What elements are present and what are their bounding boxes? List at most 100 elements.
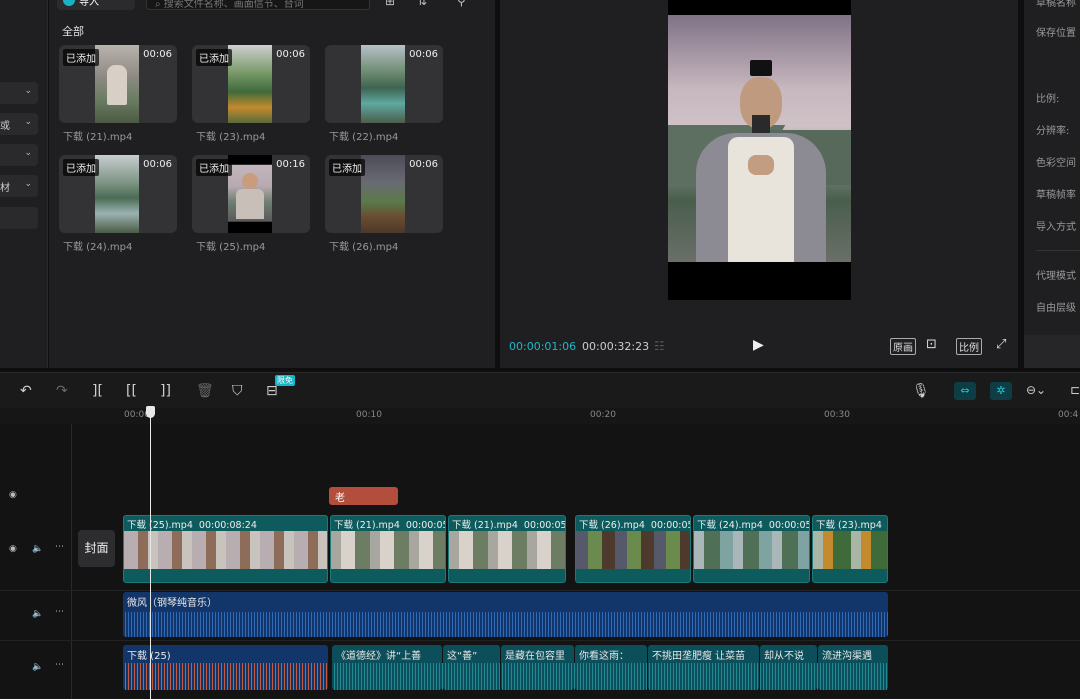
category-dropdown-4[interactable]: 材 ⌄ <box>0 175 38 197</box>
redo-icon[interactable]: ↷ <box>56 383 68 399</box>
clip-duration: 00:00:05 <box>405 520 446 531</box>
clip-frames <box>576 531 690 569</box>
playhead-handle[interactable] <box>146 406 155 418</box>
media-clip-24[interactable]: 已添加 00:06 <box>59 155 177 233</box>
media-clip-25[interactable]: 已添加 00:16 <box>192 155 310 233</box>
auto-snap-icon[interactable]: ✲ <box>990 382 1012 400</box>
zoom-icon[interactable]: ⊡ <box>926 337 937 352</box>
more-icon[interactable]: ⋯ <box>55 607 64 617</box>
clip-filename: 下载 (25).mp4 <box>196 242 266 253</box>
speaker-icon[interactable]: 🔈 <box>32 544 43 554</box>
clip-header: 下载 (21).mp4 00:00:05 <box>452 517 565 531</box>
clip-duration: 00:06 <box>276 49 305 60</box>
trim-right-icon[interactable]: ]] <box>160 383 171 399</box>
search-placeholder: 搜索文件名称、画面信节、台词 <box>163 0 304 10</box>
play-icon[interactable]: ▶ <box>753 337 764 353</box>
media-clip-23[interactable]: 已添加 00:06 <box>192 45 310 123</box>
caption-text: 《道德经》讲“上善 <box>336 651 422 662</box>
search-icon: ⌕ <box>155 0 164 10</box>
media-panel: 导入 ⌕ 搜索文件名称、画面信节、台词 ⊞ ⇅ ⚲ 全部 已添加 00:06 下… <box>49 0 495 368</box>
text-clip[interactable]: 老 <box>329 487 398 505</box>
media-clip-22[interactable]: 00:06 <box>325 45 443 123</box>
music-clip[interactable]: 微风（钢琴纯音乐） <box>123 592 888 637</box>
marker-icon[interactable]: ⛉ <box>232 383 243 399</box>
more-icon[interactable]: ⋯ <box>55 660 64 670</box>
undo-icon[interactable]: ↶ <box>20 383 32 399</box>
delete-icon[interactable]: 🗑 <box>196 383 214 399</box>
clip-duration: 00:06 <box>409 49 438 60</box>
added-badge: 已添加 <box>196 159 232 176</box>
clip-filename: 下载 (22).mp4 <box>329 132 399 143</box>
timeline-grid-icon[interactable]: ☷ <box>654 339 665 353</box>
clip-frames <box>813 531 887 569</box>
microphone-icon[interactable]: 🎙 <box>912 383 930 399</box>
prop-label: 草稿帧率 <box>1036 190 1076 201</box>
media-clip-21[interactable]: 已添加 00:06 <box>59 45 177 123</box>
speaker-icon[interactable]: 🔈 <box>32 662 43 672</box>
search-input[interactable]: ⌕ 搜索文件名称、画面信节、台词 <box>146 0 370 10</box>
split-icon[interactable]: ][ <box>92 383 103 399</box>
clip-header: 下载 (26).mp4 00:00:05 <box>579 517 691 531</box>
chevron-down-icon: ⌄ <box>24 148 32 158</box>
video-clip[interactable]: 下载 (25).mp4 00:00:08:24 <box>123 515 328 583</box>
main-track-magnet-icon[interactable]: ⇔ <box>954 382 976 400</box>
ratio-button[interactable]: 比例 <box>956 338 982 355</box>
clip-frames <box>694 531 809 569</box>
video-clip[interactable]: 下载 (23).mp4 <box>812 515 888 583</box>
voice-label: 下载 (25) <box>127 651 171 662</box>
video-clip[interactable]: 下载 (21).mp4 00:00:05 <box>330 515 446 583</box>
hat-icon <box>750 60 772 76</box>
chevron-down-icon: ⌄ <box>24 86 32 96</box>
tick-label: 00:10 <box>356 410 382 420</box>
import-button[interactable]: 导入 <box>57 0 135 10</box>
media-clip-26[interactable]: 已添加 00:06 <box>325 155 443 233</box>
category-dropdown-3[interactable]: ⌄ <box>0 144 38 166</box>
more-icon[interactable]: ⋯ <box>55 542 64 552</box>
filter-icon[interactable]: ⚲ <box>457 0 466 8</box>
category-dropdown-1[interactable]: ⌄ <box>0 82 38 104</box>
sort-icon[interactable]: ⇅ <box>417 0 427 8</box>
playhead[interactable] <box>150 408 151 699</box>
video-clip[interactable]: 下载 (24).mp4 00:00:05 <box>693 515 810 583</box>
fullscreen-icon[interactable]: ⤢ <box>996 337 1006 352</box>
time-ruler[interactable]: 00:00 00:10 00:20 00:30 00:4 <box>0 408 1080 424</box>
link-icon[interactable]: ⊖⌄ <box>1026 383 1046 397</box>
preview-video[interactable] <box>668 0 851 300</box>
caption-text: 这“善” <box>447 651 478 662</box>
clip-filename: 下载 (26).mp4 <box>329 242 399 253</box>
category-dropdown-2[interactable]: 或 ⌄ <box>0 113 38 135</box>
more-icon[interactable]: ⊏ <box>1070 383 1080 397</box>
original-quality-button[interactable]: 原画 <box>890 338 916 355</box>
speaker-icon[interactable]: 🔈 <box>32 609 43 619</box>
clip-name: 下载 (26).mp4 <box>579 520 645 531</box>
added-badge: 已添加 <box>329 159 365 176</box>
properties-panel: 草稿名称 保存位置 比例: 分辨率: 色彩空间 草稿帧率 导入方式 代理模式 自… <box>1024 0 1080 368</box>
prop-label: 草稿名称 <box>1036 0 1076 9</box>
tick-label: 00:20 <box>590 410 616 420</box>
eye-icon[interactable]: ◉ <box>9 490 17 500</box>
prop-label: 色彩空间 <box>1036 158 1076 169</box>
caption-text: 你看这雨： <box>579 651 629 662</box>
prop-label: 分辨率: <box>1036 126 1070 137</box>
clip-name: 下载 (25).mp4 <box>127 520 193 531</box>
clip-duration: 00:06 <box>143 159 172 170</box>
left-category-strip: ⌄ 或 ⌄ ⌄ 材 ⌄ <box>0 0 48 368</box>
tick-label: 00:30 <box>824 410 850 420</box>
video-clip[interactable]: 下载 (26).mp4 00:00:05 <box>575 515 691 583</box>
import-label: 导入 <box>79 0 99 8</box>
clip-duration: 00:00:05 <box>650 520 691 531</box>
music-label: 微风（钢琴纯音乐） <box>127 598 217 609</box>
voice-clip[interactable]: 下载 (25) <box>123 645 328 690</box>
trim-left-icon[interactable]: [[ <box>126 383 137 399</box>
timeline-toolbar: ↶ ↷ ][ [[ ]] 🗑 ⛉ ⊟ 限免 🎙 ⇔ ✲ ⊖⌄ ⊏ <box>0 372 1080 408</box>
clip-duration: 00:00:08:24 <box>198 520 257 531</box>
grid-view-icon[interactable]: ⊞ <box>385 0 395 8</box>
current-time: 00:00:01:06 <box>509 340 577 353</box>
video-clip[interactable]: 下载 (21).mp4 00:00:05 <box>448 515 566 583</box>
category-button[interactable] <box>0 207 38 229</box>
caption-text: 是藏在包容里 <box>505 651 565 662</box>
clip-name: 下载 (23).mp4 <box>816 520 882 531</box>
caption-waveform <box>332 663 888 690</box>
cover-button[interactable]: 封面 <box>78 530 115 567</box>
eye-icon[interactable]: ◉ <box>9 544 17 554</box>
